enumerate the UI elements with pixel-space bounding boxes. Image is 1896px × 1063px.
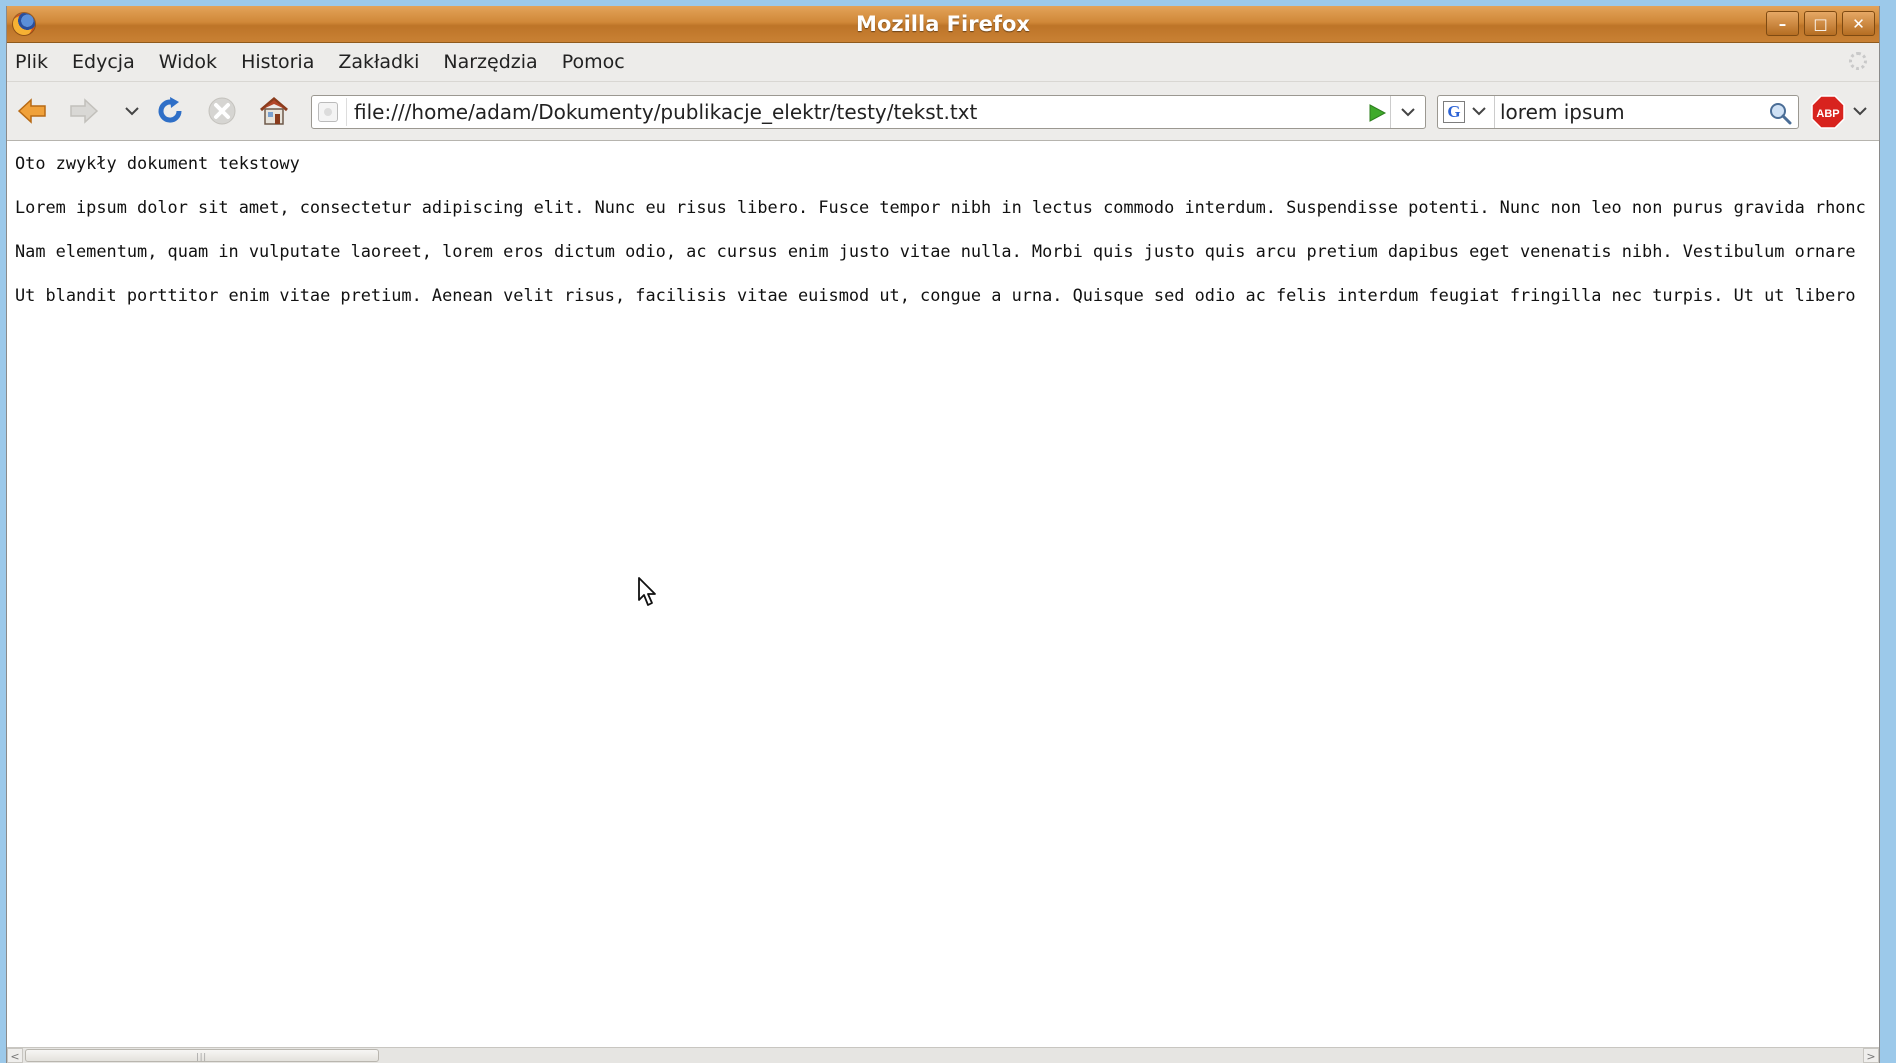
browser-window: Mozilla Firefox – □ ✕ Plik Edycja Widok … xyxy=(6,6,1880,1063)
menu-pomoc[interactable]: Pomoc xyxy=(562,51,625,73)
url-divider xyxy=(346,98,347,126)
address-bar[interactable]: file:///home/adam/Dokumenty/publikacje_e… xyxy=(311,95,1426,129)
history-dropdown-icon[interactable] xyxy=(115,94,149,128)
chevron-down-icon xyxy=(1472,107,1486,116)
window-title: Mozilla Firefox xyxy=(856,12,1030,36)
document-content: Oto zwykły dokument tekstowy Lorem ipsum… xyxy=(7,141,1879,1048)
title-bar[interactable]: Mozilla Firefox – □ ✕ xyxy=(7,6,1879,43)
url-text[interactable]: file:///home/adam/Dokumenty/publikacje_e… xyxy=(354,96,977,128)
abp-label: ABP xyxy=(1816,108,1839,120)
search-engine-selector[interactable]: G xyxy=(1438,96,1495,128)
scrollbar-grip-icon: ||| xyxy=(196,1052,208,1061)
menu-zakladki[interactable]: Zakładki xyxy=(338,51,419,73)
scrollbar-thumb[interactable]: ||| xyxy=(25,1049,379,1062)
search-icon[interactable] xyxy=(1768,101,1792,125)
document-paragraph-3: Ut blandit porttitor enim vitae pretium.… xyxy=(15,285,1856,305)
stop-icon[interactable] xyxy=(205,94,239,128)
document-paragraph-1: Lorem ipsum dolor sit amet, consectetur … xyxy=(15,197,1866,217)
document-paragraph-2: Nam elementum, quam in vulputate laoreet… xyxy=(15,241,1856,261)
home-icon[interactable] xyxy=(257,94,291,128)
menu-widok[interactable]: Widok xyxy=(159,51,217,73)
close-button[interactable]: ✕ xyxy=(1842,11,1875,36)
reload-icon[interactable] xyxy=(153,94,187,128)
navigation-toolbar: file:///home/adam/Dokumenty/publikacje_e… xyxy=(7,82,1879,141)
menu-edycja[interactable]: Edycja xyxy=(72,51,135,73)
activity-throbber-icon xyxy=(1849,52,1867,70)
go-arrow-icon[interactable] xyxy=(1367,103,1387,123)
back-arrow-icon[interactable] xyxy=(15,94,49,128)
forward-arrow-icon[interactable] xyxy=(67,94,101,128)
site-identity-icon[interactable] xyxy=(318,102,338,122)
scroll-left-button[interactable]: < xyxy=(7,1048,23,1063)
menu-plik[interactable]: Plik xyxy=(15,51,48,73)
adblock-plus-button[interactable]: ABP xyxy=(1811,95,1845,129)
menu-historia[interactable]: Historia xyxy=(241,51,314,73)
mouse-cursor-icon xyxy=(638,577,656,606)
horizontal-scrollbar[interactable]: < ||| > xyxy=(7,1047,1879,1063)
minimize-button[interactable]: – xyxy=(1766,11,1799,36)
url-history-dropdown-button[interactable] xyxy=(1390,96,1425,128)
menu-narzedzia[interactable]: Narzędzia xyxy=(443,51,537,73)
window-controls: – □ ✕ xyxy=(1766,11,1875,36)
google-icon: G xyxy=(1443,101,1465,123)
maximize-button[interactable]: □ xyxy=(1804,11,1837,36)
search-bar[interactable]: G lorem ipsum xyxy=(1437,95,1799,129)
scroll-right-button[interactable]: > xyxy=(1863,1048,1879,1063)
document-heading-line: Oto zwykły dokument tekstowy xyxy=(15,153,300,173)
search-input[interactable]: lorem ipsum xyxy=(1500,96,1625,128)
menu-bar: Plik Edycja Widok Historia Zakładki Narz… xyxy=(7,43,1879,82)
adblock-dropdown-icon[interactable] xyxy=(1853,106,1867,116)
